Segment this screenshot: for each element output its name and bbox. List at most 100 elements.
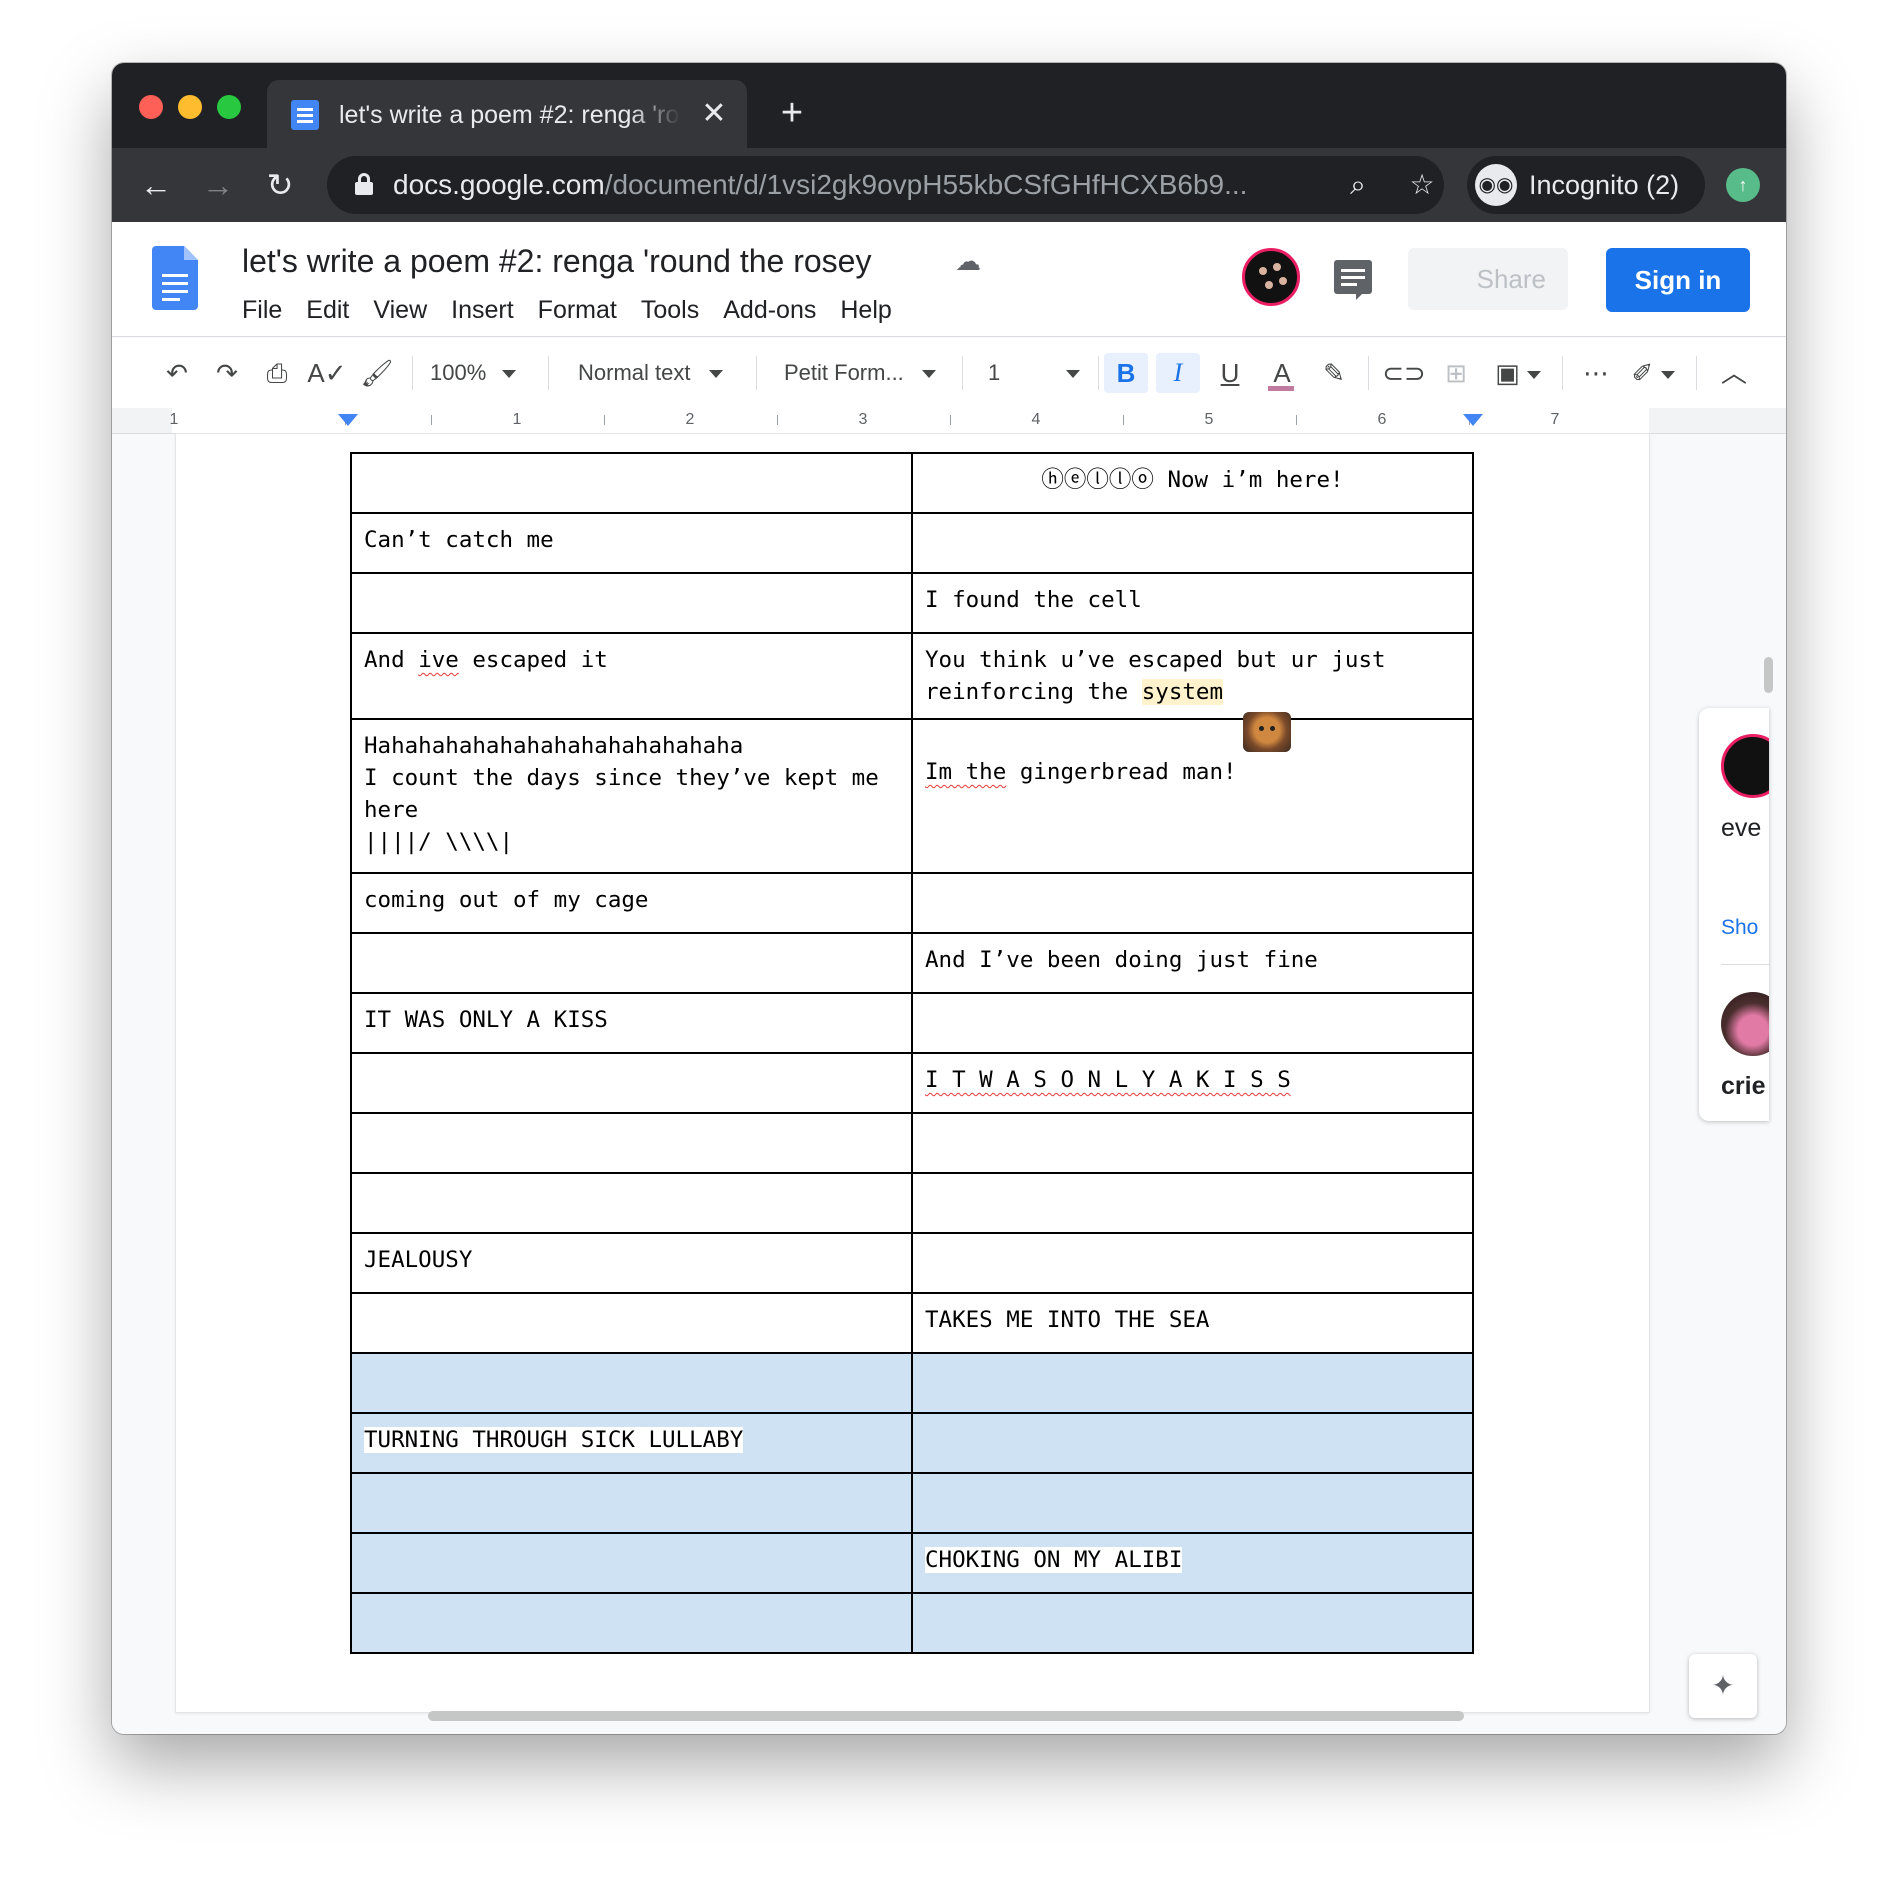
table-cell[interactable]: Hahahahahahahahahahahahahaha I count the…: [350, 718, 913, 874]
table-cell[interactable]: [350, 1532, 913, 1594]
vertical-scrollbar[interactable]: [1764, 657, 1773, 693]
table-cell[interactable]: [911, 1472, 1474, 1534]
table-row: And I’ve been doing just fine: [350, 932, 1474, 994]
forward-icon[interactable]: →: [196, 163, 240, 207]
document-title[interactable]: let's write a poem #2: renga 'round the …: [242, 240, 962, 282]
menu-insert[interactable]: Insert: [441, 292, 524, 328]
table-cell[interactable]: [350, 1172, 913, 1234]
show-more-link[interactable]: Sho: [1721, 916, 1758, 940]
image-icon[interactable]: ▣: [1486, 353, 1550, 393]
insert-comment-icon[interactable]: ⊞: [1434, 353, 1478, 393]
table-cell[interactable]: [911, 1232, 1474, 1294]
table-cell[interactable]: [350, 572, 913, 634]
highlight-icon[interactable]: ✎: [1312, 353, 1356, 393]
table-cell[interactable]: I found the cell: [911, 572, 1474, 634]
table-cell[interactable]: [350, 1292, 913, 1354]
docs-logo-icon[interactable]: [152, 246, 198, 310]
reload-icon[interactable]: ↻: [258, 163, 302, 207]
share-button[interactable]: Share: [1408, 248, 1568, 310]
close-icon[interactable]: ✕: [697, 94, 731, 134]
table-cell[interactable]: [350, 1472, 913, 1534]
table-cell[interactable]: You think u’ve escaped but ur just reinf…: [911, 632, 1474, 720]
misspelled-word[interactable]: Im the: [925, 756, 1006, 788]
window-minimize-button[interactable]: [178, 95, 202, 119]
horizontal-scrollbar[interactable]: [428, 1711, 1464, 1721]
ruler-number: 1: [512, 411, 522, 428]
avatar[interactable]: [1242, 248, 1300, 306]
table-cell[interactable]: [911, 1172, 1474, 1234]
star-icon[interactable]: ☆: [1402, 165, 1442, 205]
misspelled-word[interactable]: ive: [418, 647, 459, 673]
table-cell[interactable]: [350, 1592, 913, 1654]
left-indent-marker[interactable]: [338, 414, 358, 426]
profile-button[interactable]: ◉◉ Incognito (2): [1467, 156, 1705, 214]
bold-icon[interactable]: B: [1104, 353, 1148, 393]
style-select[interactable]: Normal text: [578, 353, 748, 393]
table-cell[interactable]: [911, 1112, 1474, 1174]
cloud-saved-icon[interactable]: ☁: [950, 246, 986, 276]
table-cell[interactable]: [350, 1352, 913, 1414]
underline-icon[interactable]: U: [1208, 353, 1252, 393]
table-cell[interactable]: TURNING THROUGH SICK LULLABY: [350, 1412, 913, 1474]
link-icon[interactable]: ⊂⊃: [1382, 353, 1426, 393]
table-cell[interactable]: TAKES ME INTO THE SEA: [911, 1292, 1474, 1354]
menu-format[interactable]: Format: [528, 292, 627, 328]
table-cell[interactable]: [911, 1352, 1474, 1414]
more-icon[interactable]: ⋯: [1576, 353, 1616, 393]
window-close-button[interactable]: [139, 95, 163, 119]
sign-in-button[interactable]: Sign in: [1606, 248, 1750, 312]
collapse-icon[interactable]: ︿: [1712, 353, 1756, 393]
menu-tools[interactable]: Tools: [631, 292, 709, 328]
comment-card[interactable]: eve Sho crie: [1699, 708, 1769, 1121]
right-indent-marker[interactable]: [1463, 414, 1483, 426]
table-cell[interactable]: ⓗⓔⓛⓛⓞ Now i’m here!: [911, 452, 1474, 514]
paint-format-icon[interactable]: 🖌: [356, 353, 398, 393]
table-cell[interactable]: [911, 1592, 1474, 1654]
table-cell[interactable]: [911, 1412, 1474, 1474]
table-cell[interactable]: And I’ve been doing just fine: [911, 932, 1474, 994]
table-cell[interactable]: Can’t catch me: [350, 512, 913, 574]
table-cell[interactable]: [350, 1112, 913, 1174]
table-cell[interactable]: JEALOUSY: [350, 1232, 913, 1294]
misspelled-word[interactable]: I T W A S O N L Y A K I S S: [925, 1067, 1291, 1093]
table-cell[interactable]: [911, 872, 1474, 934]
zoom-icon[interactable]: ⌕: [1338, 165, 1378, 205]
table-cell[interactable]: [911, 992, 1474, 1054]
table-cell[interactable]: IT WAS ONLY A KISS: [350, 992, 913, 1054]
browser-tab[interactable]: let's write a poem #2: renga 'round the …: [267, 80, 747, 148]
menu-add-ons[interactable]: Add-ons: [713, 292, 826, 328]
print-icon[interactable]: ⎙: [256, 353, 298, 393]
back-icon[interactable]: ←: [134, 163, 178, 207]
comment-icon[interactable]: [1334, 260, 1372, 300]
plus-icon[interactable]: +: [772, 93, 812, 133]
window-zoom-button[interactable]: [217, 95, 241, 119]
update-icon[interactable]: ↑: [1726, 168, 1760, 202]
italic-icon[interactable]: I: [1156, 353, 1200, 393]
table-cell[interactable]: [911, 512, 1474, 574]
table-cell[interactable]: CHOKING ON MY ALIBI: [911, 1532, 1474, 1594]
table-cell[interactable]: And ive escaped it: [350, 632, 913, 720]
menu-help[interactable]: Help: [830, 292, 901, 328]
menu-edit[interactable]: Edit: [296, 292, 359, 328]
menu-file[interactable]: File: [232, 292, 292, 328]
address-bar[interactable]: docs.google.com/document/d/1vsi2gk9ovpH5…: [327, 156, 1444, 214]
table-cell[interactable]: I T W A S O N L Y A K I S S: [911, 1052, 1474, 1114]
font-size-select[interactable]: 1: [988, 353, 1088, 393]
redo-icon[interactable]: ↷: [206, 353, 248, 393]
font-size-value: 1: [988, 360, 1001, 385]
table-cell[interactable]: Im the gingerbread man!: [911, 712, 1474, 874]
table-cell[interactable]: [350, 932, 913, 994]
font-select[interactable]: Petit Form...: [784, 353, 954, 393]
table-cell[interactable]: [350, 452, 913, 514]
undo-icon[interactable]: ↶: [156, 353, 198, 393]
edit-mode-icon[interactable]: ✐: [1620, 353, 1686, 393]
spellcheck-icon[interactable]: A✓: [306, 353, 348, 393]
table-cell[interactable]: coming out of my cage: [350, 872, 913, 934]
gingerbread-image[interactable]: [1242, 712, 1291, 752]
explore-icon[interactable]: ✦: [1689, 1654, 1757, 1718]
highlighted-text: system: [1141, 679, 1224, 705]
menu-view[interactable]: View: [363, 292, 437, 328]
table-cell[interactable]: [350, 1052, 913, 1114]
text-color-icon[interactable]: A: [1260, 353, 1304, 393]
zoom-select[interactable]: 100%: [430, 353, 538, 393]
